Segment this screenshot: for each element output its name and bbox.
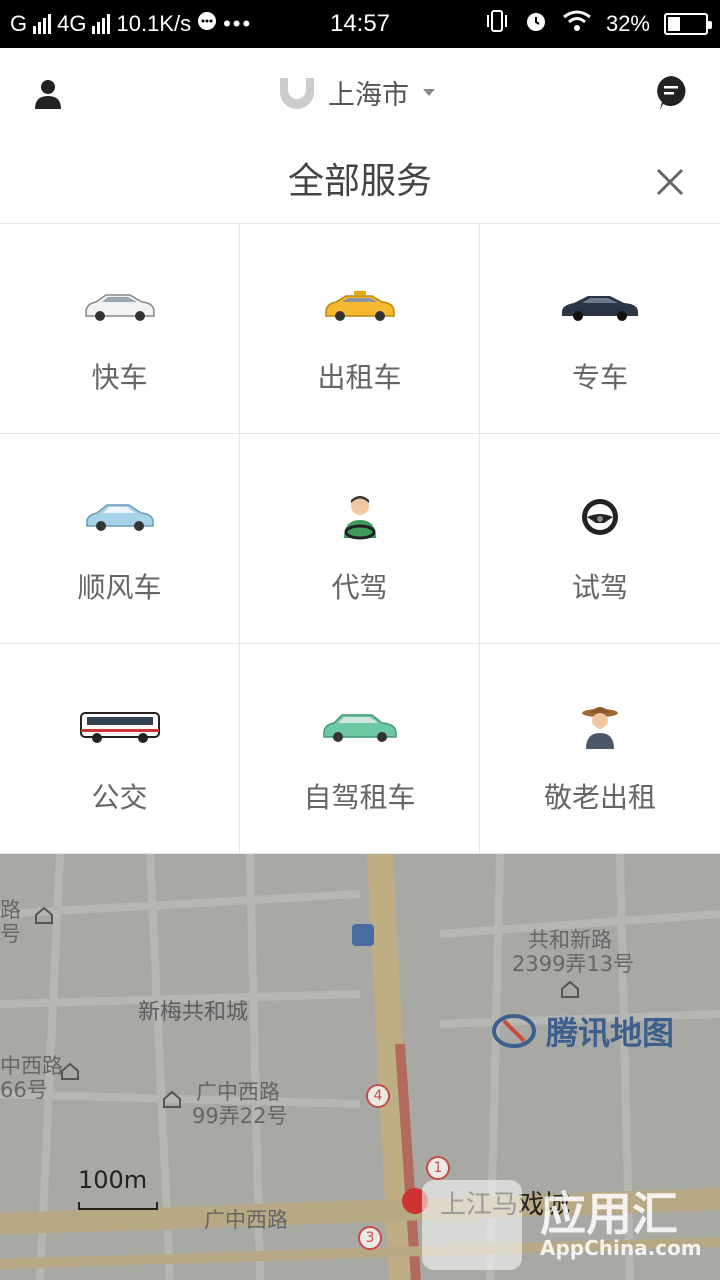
alarm-icon	[524, 9, 548, 39]
watermark-text: 应用汇	[540, 1187, 678, 1241]
map-label: 2399弄13号	[512, 952, 635, 976]
service-label: 自驾租车	[303, 781, 416, 814]
battery-icon	[664, 13, 712, 35]
city-selector[interactable]: 上海市	[276, 70, 435, 114]
service-label: 顺风车	[77, 571, 162, 604]
rental-car-icon	[310, 702, 410, 752]
tencent-map-icon	[492, 1014, 536, 1048]
page-title: 全部服务	[0, 140, 720, 224]
white-car-icon	[70, 282, 170, 332]
status-right: 32%	[484, 0, 712, 48]
service-label: 快车	[91, 361, 148, 394]
service-label: 专车	[571, 361, 628, 394]
house-icon	[561, 980, 579, 998]
service-kuaiche[interactable]: 快车	[0, 224, 240, 434]
house-icon	[163, 1090, 181, 1108]
bus-stop-icon[interactable]	[352, 924, 374, 946]
services-grid: 快车 出租车 专车 顺风车 代驾 试驾 公交 自驾租车 敬老出租	[0, 224, 720, 854]
route-badge: 1	[426, 1156, 450, 1180]
house-icon	[61, 1062, 79, 1080]
service-premier[interactable]: 专车	[480, 224, 720, 434]
map-label: 号	[0, 922, 21, 946]
map-label: 66号	[0, 1078, 48, 1102]
app-header: 上海市	[0, 48, 720, 140]
service-car-rental[interactable]: 自驾租车	[240, 644, 480, 854]
driver-icon	[310, 492, 410, 542]
hitch-car-icon	[70, 492, 170, 542]
map-brand: 腾讯地图	[546, 1014, 675, 1052]
map-label: 广中西路	[204, 1208, 288, 1232]
map-scale-label: 100m	[78, 1166, 148, 1194]
city-name: 上海市	[328, 79, 409, 111]
steering-wheel-icon	[550, 492, 650, 542]
service-hitch[interactable]: 顺风车	[0, 434, 240, 644]
service-label: 出租车	[317, 361, 402, 394]
chevron-down-icon	[423, 88, 435, 96]
service-bus[interactable]: 公交	[0, 644, 240, 854]
service-label: 试驾	[571, 571, 628, 604]
route-badge: 4	[366, 1084, 390, 1108]
battery-percent: 32%	[605, 11, 650, 36]
user-icon[interactable]	[30, 76, 66, 112]
service-test-drive[interactable]: 试驾	[480, 434, 720, 644]
map-label: 新梅共和城	[138, 1000, 249, 1025]
route-badge: 3	[358, 1226, 382, 1250]
message-icon[interactable]	[654, 74, 688, 112]
map-scale-bar	[78, 1202, 158, 1210]
service-elderly-taxi[interactable]: 敬老出租	[480, 644, 720, 854]
service-label: 代驾	[331, 571, 388, 604]
vibrate-icon	[484, 9, 510, 39]
service-designated-driver[interactable]: 代驾	[240, 434, 480, 644]
house-icon	[35, 906, 53, 924]
close-button[interactable]	[650, 162, 690, 202]
didi-logo-icon	[280, 78, 314, 109]
service-taxi[interactable]: 出租车	[240, 224, 480, 434]
elderly-icon	[550, 702, 650, 752]
bus-icon	[70, 702, 170, 752]
wifi-icon	[562, 9, 592, 39]
taxi-icon	[310, 282, 410, 332]
tencent-map-logo: 腾讯地图	[490, 1008, 674, 1054]
close-icon	[656, 168, 684, 196]
service-label: 敬老出租	[543, 781, 656, 814]
map-label: 99弄22号	[192, 1104, 288, 1128]
premier-car-icon	[550, 282, 650, 332]
watermark-url: AppChina.com	[540, 1236, 702, 1260]
service-label: 公交	[91, 781, 148, 814]
status-bar: G 4G 10.1K/s ••• 14:57 32%	[0, 0, 720, 48]
appchina-bag-icon	[422, 1180, 522, 1270]
